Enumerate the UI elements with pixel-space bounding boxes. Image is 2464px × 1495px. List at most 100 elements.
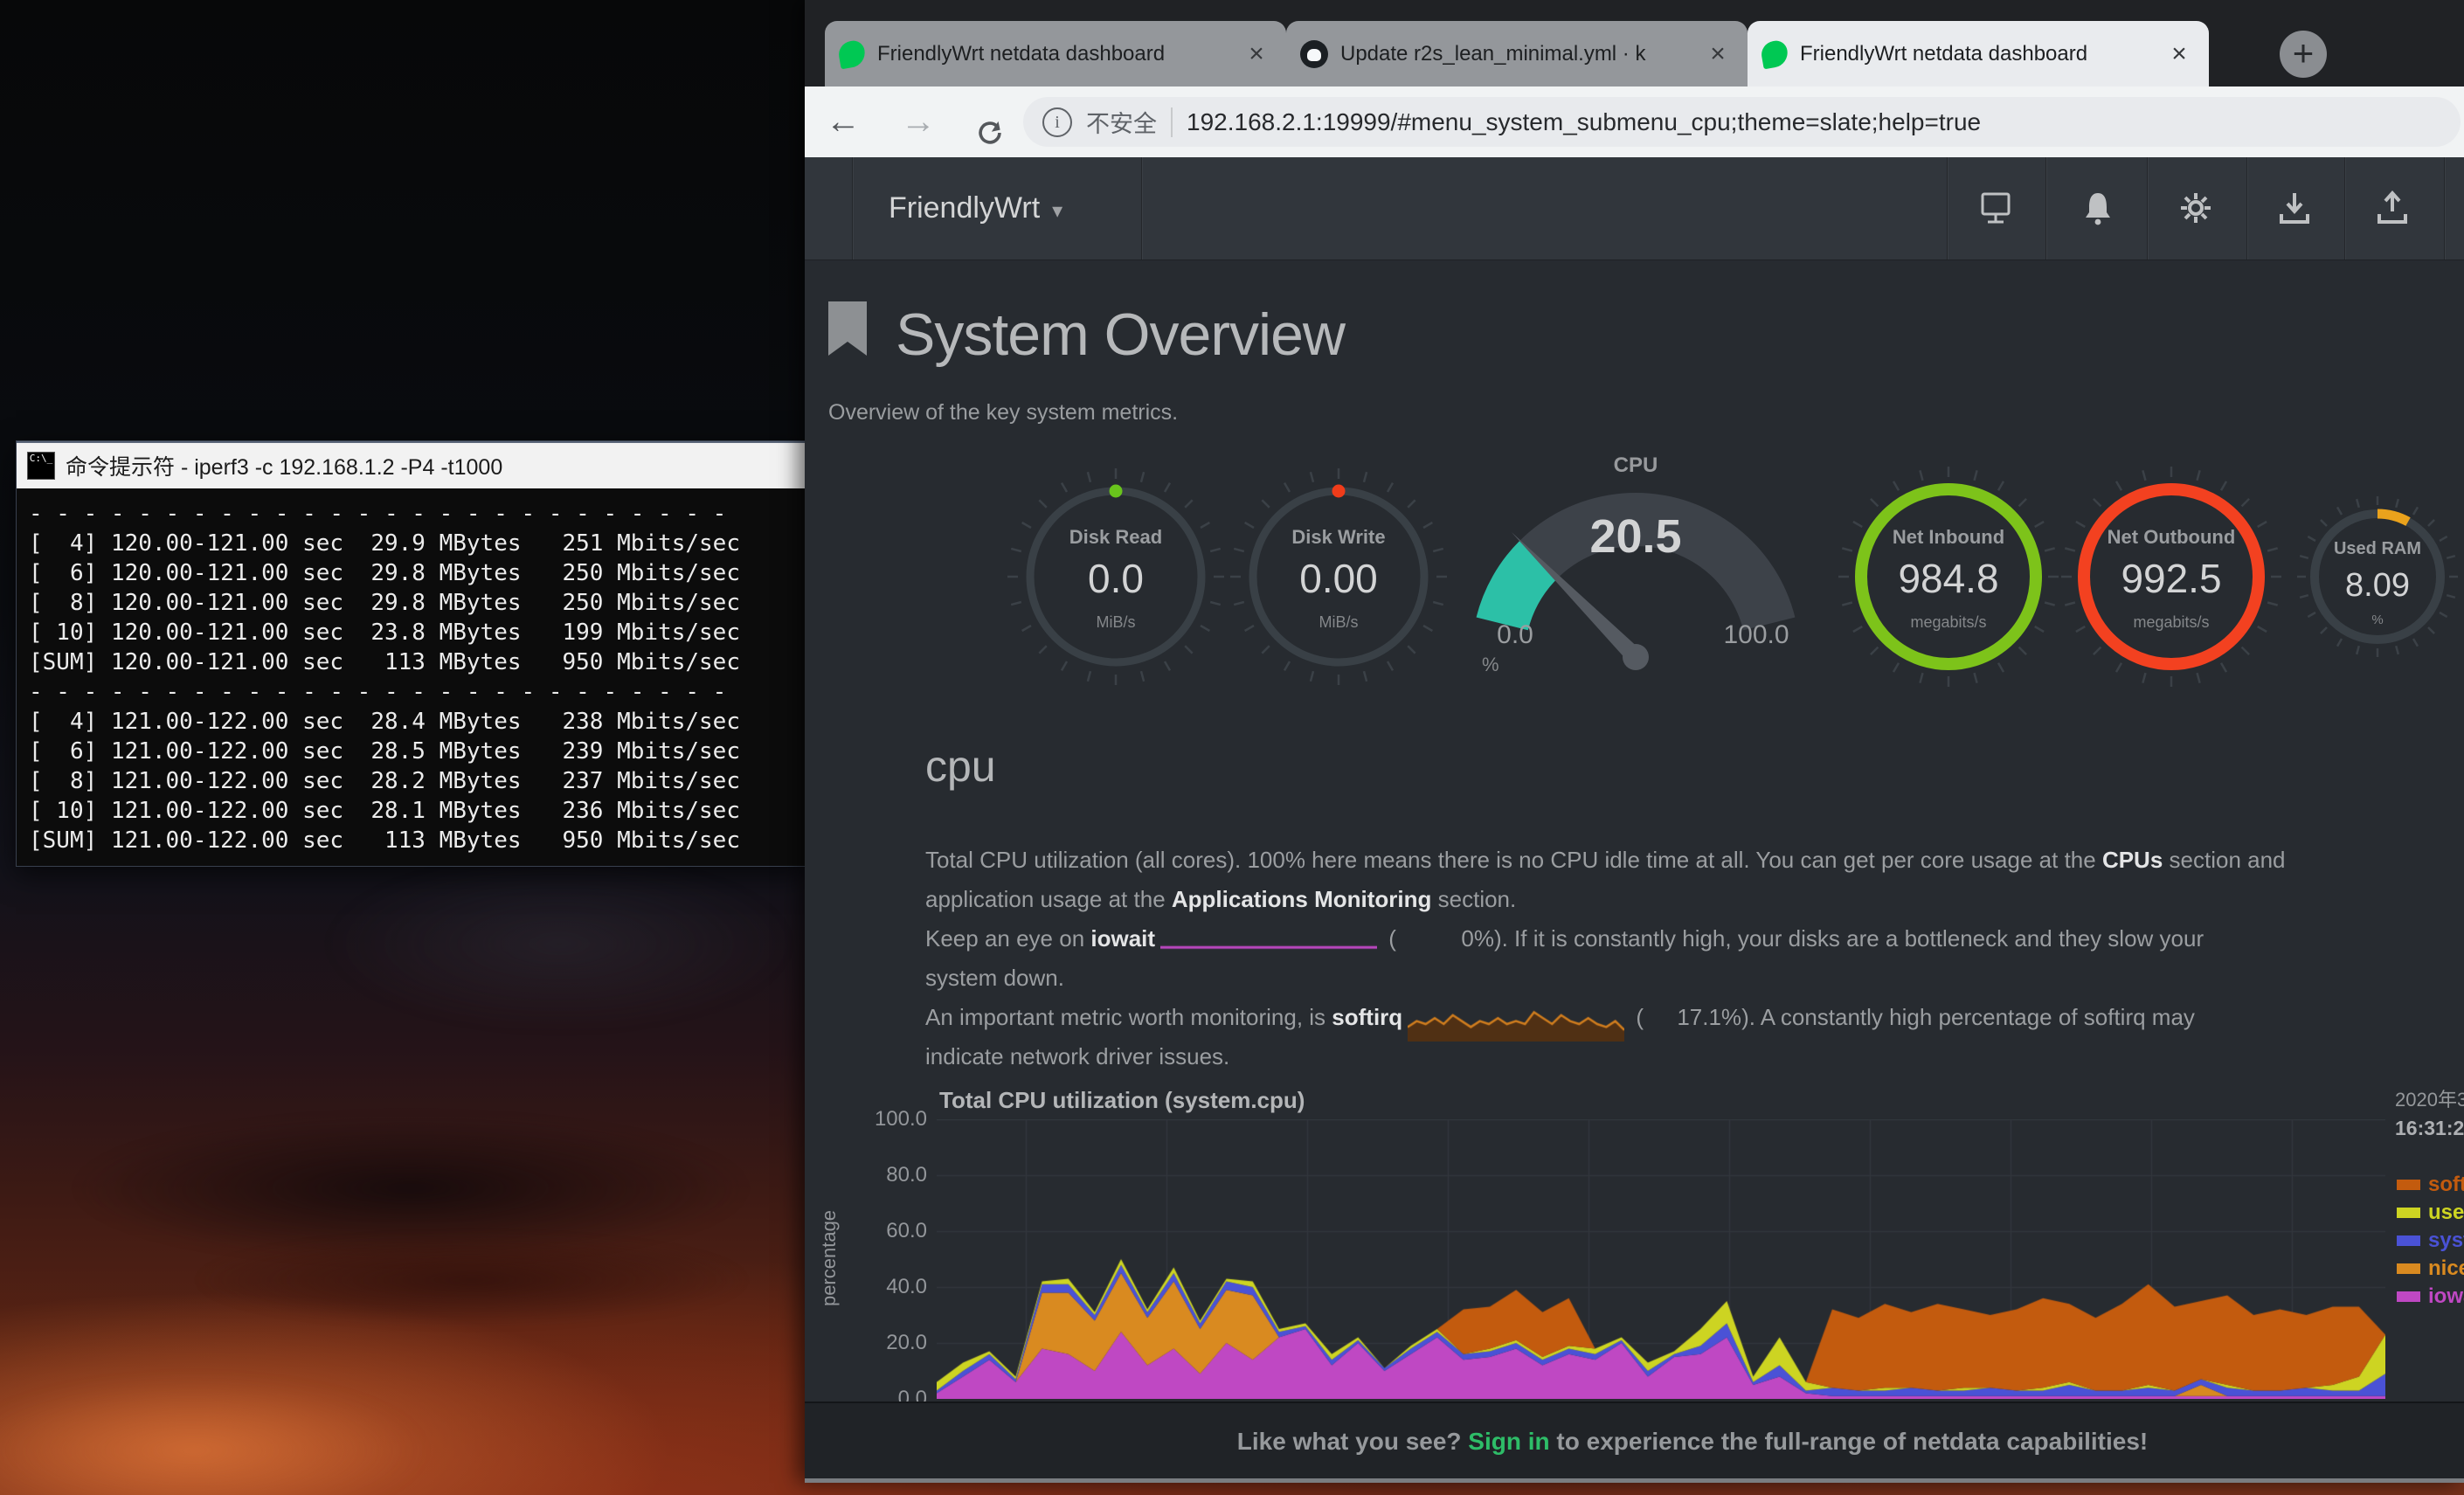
terminal-titlebar[interactable]: C:\_ 命令提示符 - iperf3 -c 192.168.1.2 -P4 -… [17,441,806,488]
svg-text:Disk Read: Disk Read [1069,526,1162,548]
svg-text:megabits/s: megabits/s [2133,613,2209,631]
browser-tab-3[interactable]: FriendlyWrt netdata dashboard× [1748,21,2209,87]
netdata-favicon-icon [1760,38,1790,69]
bookmark-icon [828,301,867,356]
chart-time: 16:31:2 [2395,1114,2464,1143]
softirq-sparkline-chart[interactable] [1408,1005,1624,1042]
terminal-title: 命令提示符 - iperf3 -c 192.168.1.2 -P4 -t1000 [66,450,502,481]
security-label[interactable]: 不安全 [1086,105,1157,139]
description-line: Total CPU utilization (all cores). 100% … [925,841,2464,880]
svg-text:984.8: 984.8 [1898,556,1998,601]
cpu-gauge[interactable]: CPU20.50.0100.0% [1470,446,1802,712]
svg-text:0.0: 0.0 [1497,620,1533,649]
header-divider [2147,157,2149,260]
desktop: C:\_ 命令提示符 - iperf3 -c 192.168.1.2 -P4 -… [0,0,2464,1495]
close-icon[interactable]: × [1702,39,1734,69]
description-line: indicate network driver issues. [925,1037,2464,1076]
svg-text:8.09: 8.09 [2345,567,2410,604]
cloud-shape [79,1215,865,1346]
gear-button[interactable] [2174,189,2218,229]
back-button[interactable]: ← [817,87,869,157]
svg-text:Disk Write: Disk Write [1291,526,1385,548]
cpu-section-heading: cpu [925,744,996,788]
download-icon [2275,189,2314,227]
legend-swatch [2397,1263,2420,1274]
y-axis-tick: 80.0 [840,1162,927,1188]
legend-item-iowait[interactable]: iowait [2397,1283,2464,1311]
legend-swatch [2397,1235,2420,1246]
bell-button[interactable] [2076,189,2120,229]
address-divider [1171,107,1173,137]
cpu-section-description: Total CPU utilization (all cores). 100% … [925,841,2464,1076]
section-subtitle: Overview of the key system metrics. [828,398,1178,427]
cmd-prompt-icon: C:\_ [27,452,55,480]
svg-text:Net Outbound: Net Outbound [2108,526,2236,548]
display-button[interactable] [1974,189,2018,229]
chart-legend: softirqusersystem nice iowait [2397,1171,2464,1311]
header-divider [2344,157,2346,260]
browser-tabstrip: + FriendlyWrt netdata dashboard×Update r… [805,0,2464,87]
host-dropdown[interactable]: FriendlyWrt▾ [889,157,1062,260]
close-icon[interactable]: × [1241,39,1272,69]
tab-title: Update r2s_lean_minimal.yml · k [1340,42,1690,66]
cmd-terminal-window[interactable]: C:\_ 命令提示符 - iperf3 -c 192.168.1.2 -P4 -… [16,440,806,867]
legend-item-nice[interactable]: nice [2397,1255,2464,1283]
refresh-button[interactable] [964,87,1016,157]
header-divider [2246,157,2248,260]
header-divider [1947,157,1948,260]
svg-text:%: % [1482,654,1499,675]
chart-date: 2020年3 [2395,1085,2464,1114]
download-button[interactable] [2273,189,2316,229]
y-axis-tick: 40.0 [840,1274,927,1300]
svg-text:MiB/s: MiB/s [1319,613,1359,631]
signin-link[interactable]: Sign in [1468,1428,1549,1455]
svg-text:CPU: CPU [1614,453,1658,477]
iowait-sparkline-chart[interactable] [1160,929,1377,952]
upload-button[interactable] [2371,189,2414,229]
legend-item-system[interactable]: system [2397,1227,2464,1255]
svg-text:20.5: 20.5 [1589,510,1681,563]
section-title: System Overview [896,297,1345,372]
signin-prefix: Like what you see? [1237,1428,1469,1455]
svg-text:megabits/s: megabits/s [1910,613,1986,631]
disk-write-gauge[interactable]: Disk Write 0.00 MiB/s [1199,446,1478,730]
cpu-utilization-chart[interactable] [937,1119,2385,1399]
svg-text:%: % [2371,613,2383,627]
tab-title: FriendlyWrt netdata dashboard [877,42,1229,66]
legend-label: system [2428,1229,2464,1253]
bell-icon [2079,189,2117,227]
forward-button[interactable]: → [892,87,945,157]
terminal-output: - - - - - - - - - - - - - - - - - - - - … [17,488,806,866]
legend-item-user[interactable]: user [2397,1199,2464,1227]
display-icon [1976,189,2015,227]
url-text[interactable]: 192.168.2.1:19999/#menu_system_submenu_c… [1187,108,1981,136]
close-icon[interactable]: × [2163,39,2195,69]
signin-suffix: to experience the full-range of netdata … [1550,1428,2149,1455]
chart-timestamp: 2020年3 16:31:2 [2395,1085,2464,1143]
y-axis-tick: 20.0 [840,1330,927,1356]
netdata-favicon-icon [837,38,868,69]
legend-swatch [2397,1291,2420,1302]
browser-tab-1[interactable]: FriendlyWrt netdata dashboard × [825,21,1286,87]
host-name: FriendlyWrt [889,191,1040,225]
header-divider [2444,157,2446,260]
site-info-icon[interactable]: i [1042,107,1072,137]
description-line: Keep an eye on iowait (0%). If it is con… [925,919,2464,959]
svg-text:MiB/s: MiB/s [1097,613,1136,631]
browser-tab-2[interactable]: Update r2s_lean_minimal.yml · k × [1286,21,1748,87]
used-ram-gauge[interactable]: Used RAM 8.09% [2238,446,2464,730]
legend-label: iowait [2428,1284,2464,1309]
header-divider [852,157,854,260]
address-bar[interactable]: i 不安全 192.168.2.1:19999/#menu_system_sub… [1023,97,2461,147]
new-tab-button[interactable]: + [2280,31,2327,78]
legend-label: nice [2428,1256,2464,1281]
svg-text:Used RAM: Used RAM [2334,539,2421,558]
svg-text:0.00: 0.00 [1299,556,1378,601]
chart-y-axis-label: percentage [818,1210,841,1306]
y-axis-tick: 100.0 [840,1106,927,1132]
legend-swatch [2397,1208,2420,1218]
legend-item-softirq[interactable]: softirq [2397,1171,2464,1199]
gear-icon [2177,189,2215,227]
browser-toolbar: ← → i 不安全 192.168.2.1:19999/#menu_system… [805,87,2464,157]
cloud-shape [0,1350,524,1495]
